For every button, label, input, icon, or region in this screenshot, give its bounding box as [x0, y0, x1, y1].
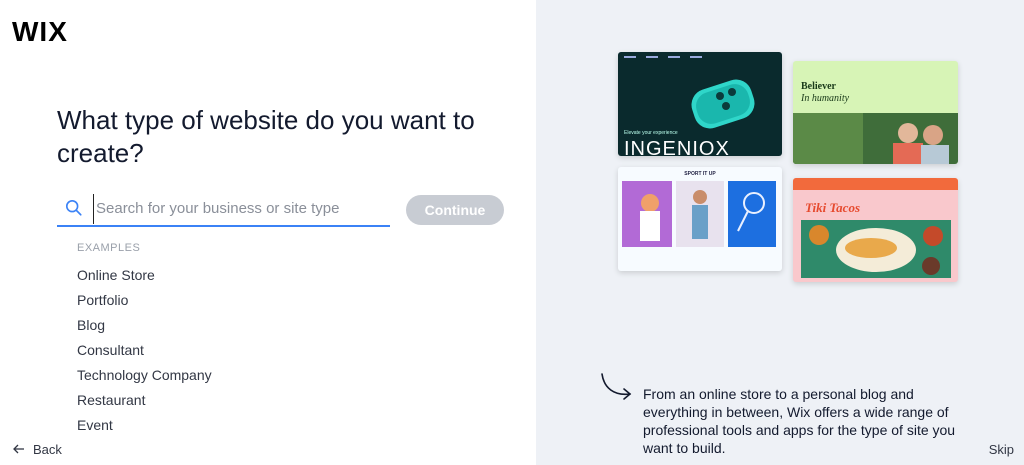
skip-button[interactable]: Skip [989, 442, 1014, 457]
template-heading: Believer [801, 81, 836, 92]
example-item-portfolio[interactable]: Portfolio [77, 290, 212, 315]
search-box[interactable] [57, 192, 390, 227]
feature-description: From an online store to a personal blog … [643, 386, 956, 456]
left-panel: WIX What type of website do you want to … [0, 0, 536, 465]
search-icon [65, 199, 85, 219]
template-tagline: Elevate your experience [624, 130, 678, 136]
example-item-online-store[interactable]: Online Store [77, 265, 212, 290]
example-item-blog[interactable]: Blog [77, 315, 212, 340]
back-button[interactable]: Back [13, 442, 62, 457]
example-item-event[interactable]: Event [77, 415, 212, 440]
template-food-photo [801, 220, 951, 278]
template-title: INGENIOX [624, 138, 730, 156]
examples-heading: EXAMPLES [77, 242, 141, 254]
arrow-left-icon [13, 442, 25, 457]
template-subheading: In humanity [801, 93, 850, 104]
device-graphic [691, 79, 755, 129]
template-photo [793, 113, 958, 164]
template-nav-bar [793, 178, 958, 190]
template-nav [618, 52, 782, 62]
back-label: Back [33, 442, 62, 457]
template-photos [622, 181, 776, 247]
example-item-technology-company[interactable]: Technology Company [77, 365, 212, 390]
wix-logo: WIX [12, 16, 68, 47]
search-input[interactable] [93, 193, 373, 224]
page-title: What type of website do you want to crea… [57, 105, 475, 168]
template-preview-tiki-tacos: Tiki Tacos [793, 178, 958, 282]
curved-arrow-icon [601, 373, 632, 400]
template-title: Tiki Tacos [805, 200, 861, 215]
examples-list: Online Store Portfolio Blog Consultant T… [77, 265, 212, 440]
example-item-consultant[interactable]: Consultant [77, 340, 212, 365]
template-preview-ingeniox: Elevate your experience INGENIOX [618, 52, 782, 156]
continue-button[interactable]: Continue [406, 195, 504, 225]
template-preview-believer: Believer In humanity [793, 61, 958, 164]
template-preview-sport: SPORT IT UP [618, 167, 782, 271]
example-item-restaurant[interactable]: Restaurant [77, 390, 212, 415]
template-brand: SPORT IT UP [684, 171, 716, 177]
